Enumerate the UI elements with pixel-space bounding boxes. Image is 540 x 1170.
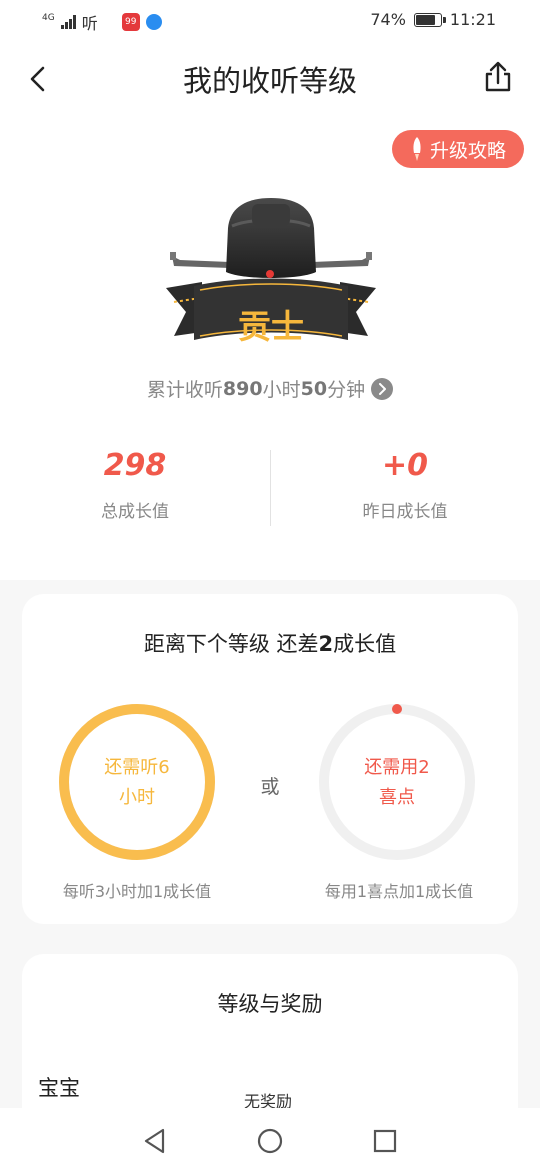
- total-listen-hours: 890: [222, 377, 263, 400]
- app-notification-icon: 99: [121, 13, 140, 31]
- square-recents-icon: [373, 1129, 397, 1153]
- next-level-title: 距离下个等级 还差2成长值: [22, 628, 518, 658]
- rocket-icon: [413, 137, 421, 161]
- coin-option-line1: 还需用2: [364, 757, 430, 778]
- coin-option-text: 还需用2 喜点: [316, 753, 478, 813]
- rewards-title: 等级与奖励: [217, 992, 323, 1016]
- total-growth-value: 298: [103, 448, 167, 483]
- next-level-card: 距离下个等级 还差2成长值 还需听6 小时 或 还需用2 喜点 每听3小时加1成…: [22, 594, 518, 924]
- yesterday-growth-stat: +0 昨日成长值: [270, 448, 540, 522]
- level-name: 贡士: [238, 307, 304, 346]
- system-navigation-bar: [0, 1108, 540, 1170]
- total-growth-label: 总成长值: [101, 502, 169, 522]
- battery-level-fill: [415, 14, 436, 25]
- coin-option-line2: 喜点: [379, 787, 415, 808]
- total-listen-prefix: 累计收听: [146, 379, 223, 401]
- reward-level-name: 宝宝: [38, 1076, 80, 1100]
- rewards-card: 等级与奖励 宝宝 无奖励: [22, 954, 518, 1114]
- signal-icon: [60, 15, 76, 29]
- coin-option-hint: 每用1喜点加1成长值: [324, 882, 474, 901]
- next-level-title-amount: 2: [318, 632, 334, 656]
- nav-back-button[interactable]: [140, 1126, 170, 1156]
- network-type: 4G: [42, 12, 55, 23]
- share-icon: [485, 61, 511, 92]
- share-button[interactable]: [478, 58, 518, 98]
- battery-percent: 74%: [370, 10, 406, 29]
- chevron-right-icon[interactable]: [371, 377, 394, 400]
- total-listen-time[interactable]: 累计收听 890 小时 50 分钟: [0, 375, 540, 402]
- triangle-back-icon: [144, 1128, 165, 1154]
- listen-option-hint: 每听3小时加1成长值: [62, 882, 212, 901]
- next-level-title-prefix: 距离下个等级 还差: [143, 632, 319, 656]
- coin-option-ring[interactable]: 还需用2 喜点: [316, 701, 478, 863]
- status-bar-right: 74% 11:21: [370, 10, 496, 29]
- carrier-text: 听: [81, 14, 98, 33]
- yesterday-growth-value: +0: [381, 448, 428, 483]
- nav-home-button[interactable]: [255, 1126, 285, 1156]
- yesterday-growth-label: 昨日成长值: [362, 502, 448, 522]
- total-listen-minutes-unit: 分钟: [327, 379, 366, 401]
- total-listen-minutes: 50: [300, 377, 328, 400]
- app-notification-icon-2: [145, 14, 162, 30]
- clock: 11:21: [449, 10, 496, 29]
- battery-icon: [413, 12, 446, 27]
- total-listen-hours-unit: 小时: [262, 379, 301, 401]
- total-growth-stat: 298 总成长值: [0, 448, 270, 522]
- next-level-title-suffix: 成长值: [333, 632, 397, 656]
- nav-recents-button[interactable]: [370, 1126, 400, 1156]
- page-title: 我的收听等级: [182, 64, 357, 98]
- status-bar-left: 4G 听 99: [42, 10, 162, 34]
- upgrade-guide-button[interactable]: 升级攻略: [392, 130, 524, 168]
- upgrade-guide-label: 升级攻略: [429, 139, 506, 162]
- status-bar: 4G 听 99 74% 11:21: [0, 0, 540, 40]
- circle-home-icon: [257, 1128, 283, 1154]
